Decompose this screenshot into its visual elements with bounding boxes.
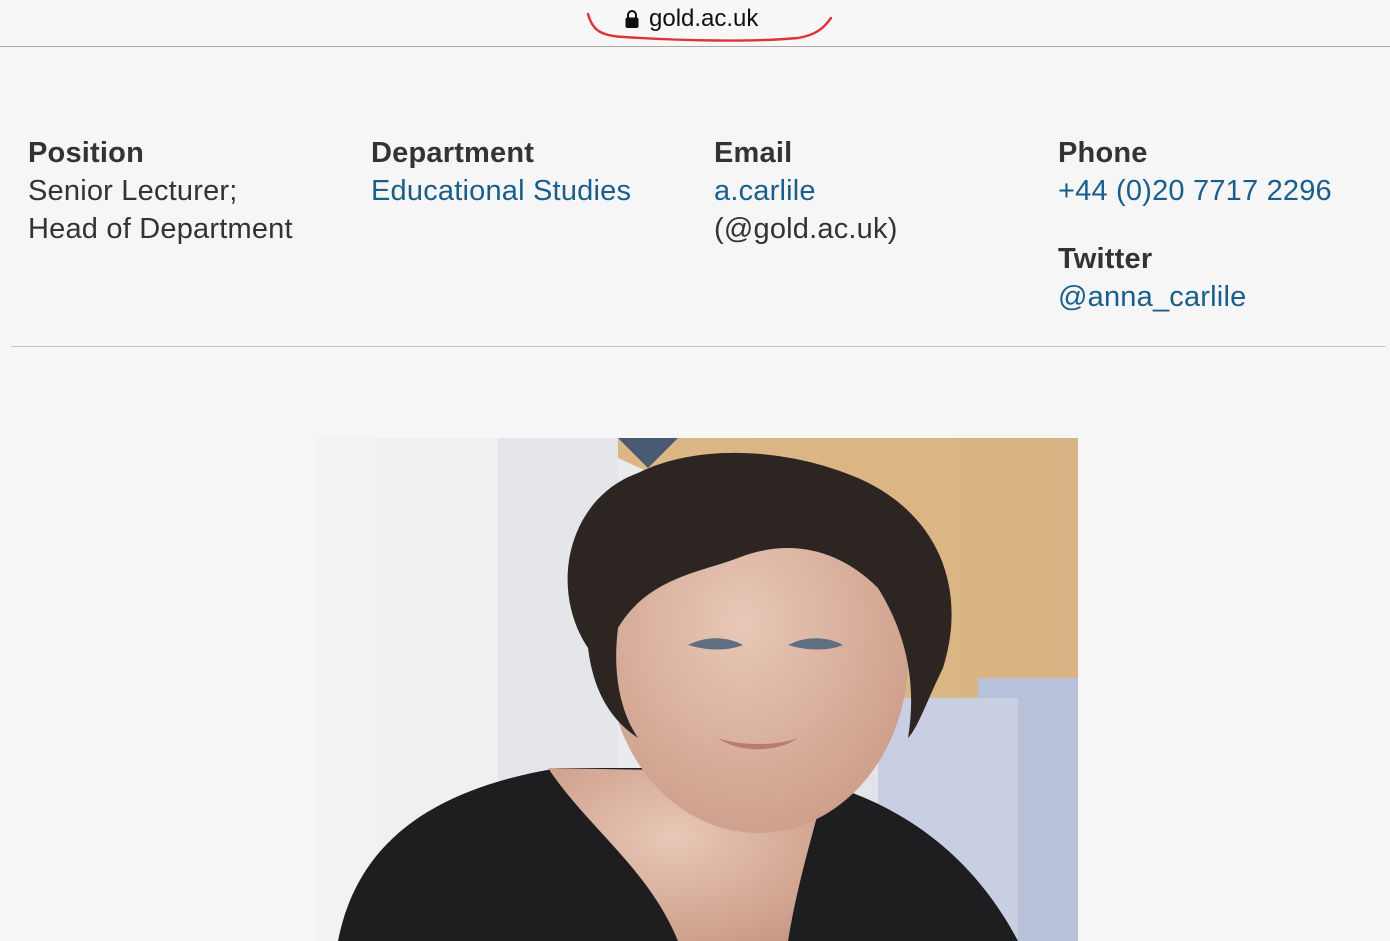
browser-address-bar[interactable]: gold.ac.uk	[0, 0, 1390, 47]
department-link[interactable]: Educational Studies	[371, 172, 631, 210]
email-label: Email	[714, 137, 793, 169]
phone-link[interactable]: +44 (0)20 7717 2296	[1058, 172, 1332, 210]
phone-label: Phone	[1058, 137, 1148, 169]
profile-photo	[318, 438, 1078, 941]
twitter-block: Twitter @anna_carlile	[1058, 240, 1332, 316]
twitter-label: Twitter	[1058, 243, 1153, 275]
profile-photo-illustration	[318, 438, 1078, 941]
section-divider	[11, 346, 1385, 347]
url-display[interactable]: gold.ac.uk	[624, 4, 758, 34]
email-column: Email a.carlile (@gold.ac.uk)	[714, 134, 898, 248]
position-column: Position Senior Lecturer; Head of Depart…	[28, 134, 293, 248]
position-line-1: Senior Lecturer;	[28, 175, 238, 207]
department-label: Department	[371, 137, 535, 169]
email-link[interactable]: a.carlile	[714, 172, 898, 210]
email-domain: (@gold.ac.uk)	[714, 213, 898, 245]
department-column: Department Educational Studies	[371, 134, 631, 210]
twitter-link[interactable]: @anna_carlile	[1058, 278, 1332, 316]
position-label: Position	[28, 137, 144, 169]
url-text: gold.ac.uk	[649, 5, 759, 32]
position-line-2: Head of Department	[28, 213, 293, 245]
lock-icon	[625, 10, 639, 28]
phone-column: Phone +44 (0)20 7717 2296 Twitter @anna_…	[1058, 134, 1332, 316]
